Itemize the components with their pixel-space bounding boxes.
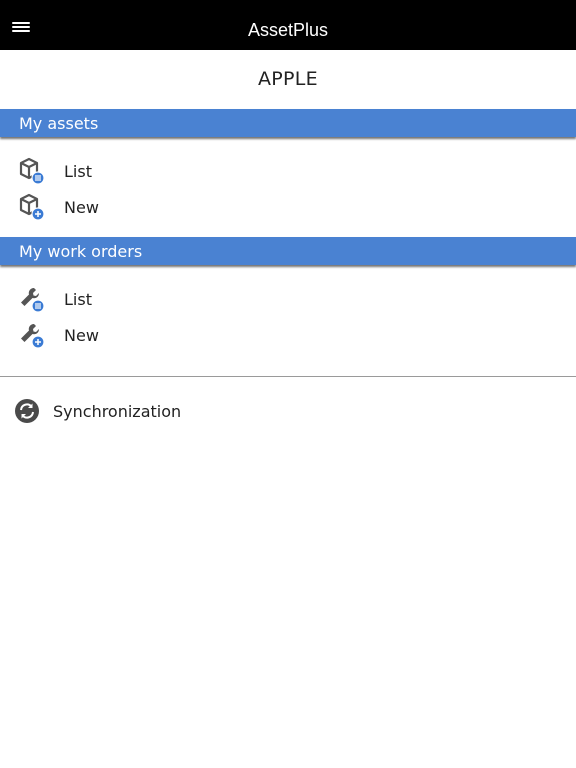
app-title: AssetPlus (247, 20, 329, 40)
assets-new-item[interactable]: New (0, 189, 576, 225)
assets-list-label: List (64, 162, 92, 181)
work-orders-list-label: List (64, 290, 92, 309)
assets-new-label: New (64, 198, 99, 217)
synchronization-item[interactable]: Synchronization (0, 394, 576, 428)
section-title-work-orders: My work orders (19, 242, 143, 261)
section-header-work-orders: My work orders (0, 237, 576, 265)
section-title-assets: My assets (19, 114, 99, 133)
asset-add-icon (19, 193, 45, 221)
account-name: APPLE (257, 68, 318, 90)
asset-list-icon (19, 157, 45, 185)
work-orders-list-item[interactable]: List (0, 281, 576, 317)
work-orders-new-label: New (64, 326, 99, 345)
top-bar: AssetPlus (0, 0, 576, 50)
section-header-assets: My assets (0, 109, 576, 137)
work-orders-new-item[interactable]: New (0, 317, 576, 353)
synchronization-label: Synchronization (53, 402, 182, 421)
divider (0, 376, 576, 377)
wrench-add-icon (21, 323, 45, 349)
assets-list-item[interactable]: List (0, 153, 576, 189)
sync-icon (15, 399, 39, 423)
wrench-list-icon (21, 287, 45, 313)
